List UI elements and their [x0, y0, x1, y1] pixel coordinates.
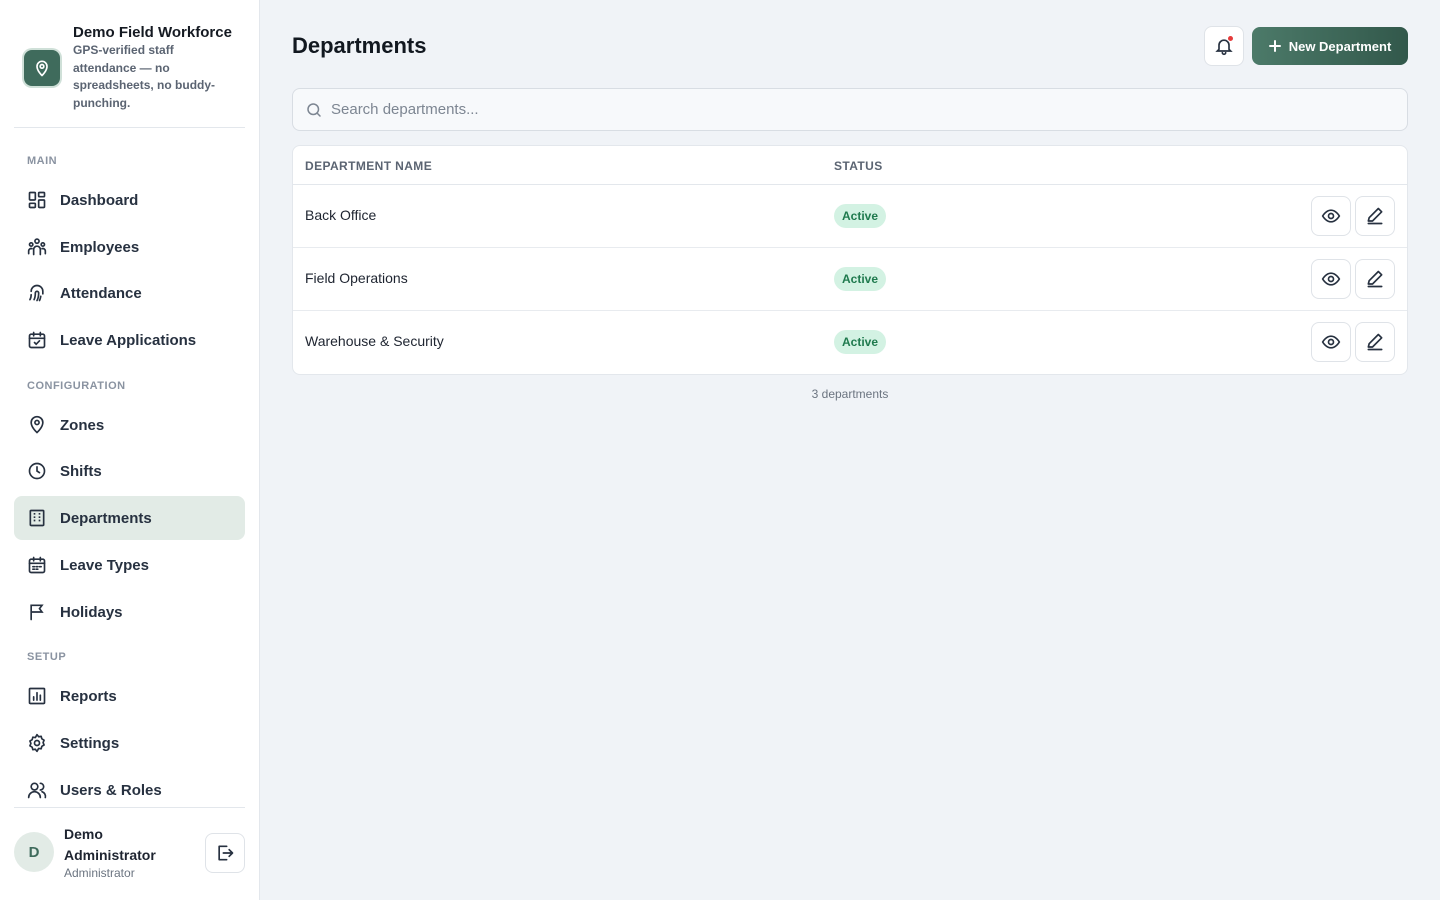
sidebar-item-label: Departments: [60, 509, 152, 527]
eye-icon: [1321, 206, 1341, 226]
sidebar-item-attendance[interactable]: Attendance: [14, 271, 245, 315]
clock-icon: [27, 461, 47, 481]
brand-block: Demo Field Workforce GPS-verified staff …: [14, 14, 245, 128]
status-badge: Active: [834, 204, 887, 228]
pencil-icon: [1365, 206, 1385, 226]
page-title: Departments: [292, 33, 427, 58]
eye-icon: [1321, 269, 1341, 289]
new-department-label: New Department: [1288, 38, 1392, 54]
bar-chart-icon: [27, 686, 47, 706]
calendar-icon: [27, 555, 47, 575]
flag-icon: [27, 602, 47, 622]
sidebar-item-label: Reports: [60, 687, 117, 705]
department-name: Field Operations: [305, 270, 408, 286]
section-label-configuration: CONFIGURATION: [27, 380, 126, 392]
sidebar-item-label: Leave Types: [60, 556, 149, 574]
user-role: Administrator: [64, 866, 135, 880]
table-row: Back Office Active: [293, 185, 1407, 248]
view-button[interactable]: [1311, 259, 1351, 299]
sidebar-item-label: Leave Applications: [60, 331, 197, 349]
new-department-button[interactable]: New Department: [1252, 27, 1408, 65]
sidebar-item-label: Employees: [60, 238, 140, 256]
sidebar-item-leave-applications[interactable]: Leave Applications: [14, 318, 245, 362]
pencil-icon: [1365, 332, 1385, 352]
department-name: Warehouse & Security: [305, 333, 444, 349]
status-badge: Active: [834, 267, 887, 291]
avatar: D: [14, 832, 54, 872]
sidebar-item-label: Attendance: [60, 284, 142, 302]
sidebar-item-label: Zones: [60, 416, 105, 434]
sidebar-item-label: Users & Roles: [60, 781, 162, 799]
plus-icon: [1268, 40, 1281, 52]
brand-title: Demo Field Workforce: [73, 24, 232, 41]
brand-logo-icon: [24, 50, 60, 86]
view-button[interactable]: [1311, 322, 1351, 362]
dashboard-icon: [27, 190, 47, 210]
sidebar-item-label: Shifts: [60, 462, 102, 480]
department-count: 3 departments: [811, 387, 889, 401]
department-name: Back Office: [305, 207, 377, 223]
sidebar-item-label: Dashboard: [60, 191, 139, 209]
fingerprint-icon: [27, 283, 47, 303]
sidebar-item-employees[interactable]: Employees: [14, 225, 245, 269]
sidebar-item-label: Holidays: [60, 603, 123, 621]
notification-dot: [1227, 35, 1234, 42]
search-bar: [292, 88, 1408, 131]
sidebar-item-settings[interactable]: Settings: [14, 721, 245, 765]
user-card: D Demo Administrator Administrator: [14, 807, 245, 900]
section-label-setup: SETUP: [27, 651, 67, 663]
logout-icon: [215, 843, 235, 863]
departments-table: DEPARTMENT NAME STATUS Back Office Activ…: [292, 145, 1408, 375]
section-label-main: MAIN: [27, 155, 58, 167]
pencil-icon: [1365, 269, 1385, 289]
sidebar-item-leave-types[interactable]: Leave Types: [14, 543, 245, 587]
sidebar-item-label: Settings: [60, 734, 120, 752]
users-icon: [27, 780, 47, 800]
logout-button[interactable]: [205, 833, 245, 873]
status-badge: Active: [834, 330, 887, 354]
search-input[interactable]: [331, 89, 1391, 130]
sidebar-item-users-roles[interactable]: Users & Roles: [14, 768, 245, 812]
building-icon: [27, 508, 47, 528]
calendar-check-icon: [27, 330, 47, 350]
column-header-name[interactable]: DEPARTMENT NAME: [305, 159, 432, 173]
employees-icon: [27, 237, 47, 257]
gear-icon: [27, 733, 47, 753]
edit-button[interactable]: [1355, 322, 1395, 362]
search-icon: [305, 101, 323, 124]
sidebar-item-shifts[interactable]: Shifts: [14, 449, 245, 493]
edit-button[interactable]: [1355, 259, 1395, 299]
sidebar-item-reports[interactable]: Reports: [14, 674, 245, 718]
edit-button[interactable]: [1355, 196, 1395, 236]
sidebar-item-holidays[interactable]: Holidays: [14, 590, 245, 634]
sidebar-item-departments[interactable]: Departments: [14, 496, 245, 540]
table-header: DEPARTMENT NAME STATUS: [293, 146, 1407, 185]
brand-subtitle: GPS-verified staff attendance — no sprea…: [73, 43, 216, 110]
sidebar-item-dashboard[interactable]: Dashboard: [14, 178, 245, 222]
sidebar-item-zones[interactable]: Zones: [14, 403, 245, 447]
notifications-button[interactable]: [1204, 26, 1244, 66]
user-name: Demo Administrator: [64, 826, 156, 863]
sidebar: Demo Field Workforce GPS-verified staff …: [0, 0, 260, 900]
view-button[interactable]: [1311, 196, 1351, 236]
map-pin-icon: [27, 415, 47, 435]
eye-icon: [1321, 332, 1341, 352]
table-row: Field Operations Active: [293, 248, 1407, 311]
column-header-status[interactable]: STATUS: [834, 159, 883, 173]
table-row: Warehouse & Security Active: [293, 311, 1407, 374]
